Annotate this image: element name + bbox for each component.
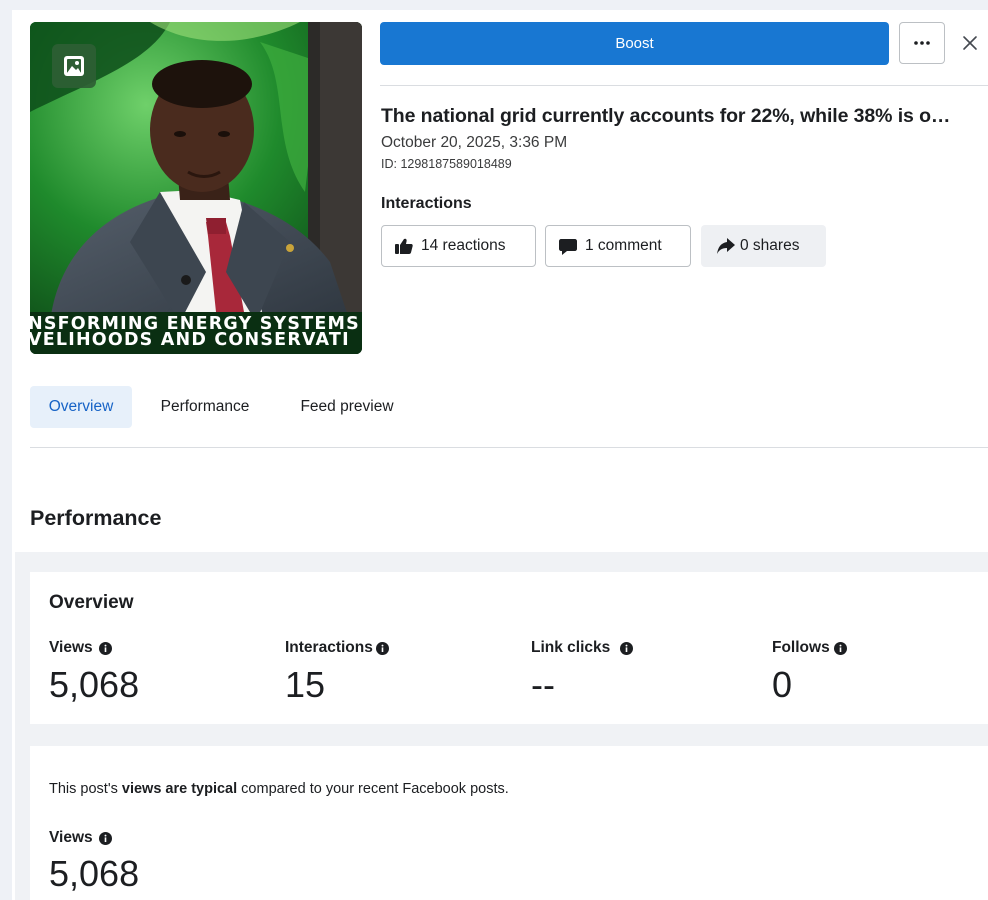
left-strip bbox=[0, 0, 12, 900]
info-icon[interactable] bbox=[98, 641, 112, 655]
comment-icon bbox=[559, 238, 577, 255]
info-icon[interactable] bbox=[833, 641, 847, 655]
post-date: October 20, 2025, 3:36 PM bbox=[381, 134, 568, 151]
views-detail-label: Views bbox=[49, 829, 112, 847]
post-thumbnail[interactable]: NSFORMING ENERGY SYSTEMS VELIHOODS AND C… bbox=[30, 22, 362, 354]
shares-button[interactable]: 0 shares bbox=[701, 225, 826, 267]
share-arrow-icon bbox=[717, 238, 735, 254]
more-icon bbox=[914, 41, 930, 45]
performance-heading: Performance bbox=[30, 506, 162, 530]
metric-follows-label-text: Follows bbox=[772, 639, 830, 656]
views-card bbox=[30, 746, 988, 900]
metric-views-label: Views bbox=[49, 639, 112, 657]
metric-link-clicks-label-text: Link clicks bbox=[531, 639, 611, 656]
metric-follows-value: 0 bbox=[772, 664, 793, 705]
shares-count: 0 shares bbox=[740, 237, 800, 254]
post-insights-page: NSFORMING ENERGY SYSTEMS VELIHOODS AND C… bbox=[0, 0, 988, 900]
metric-interactions-value: 15 bbox=[285, 664, 326, 705]
info-icon[interactable] bbox=[375, 641, 389, 655]
metric-follows-label: Follows bbox=[772, 639, 847, 657]
more-options-button[interactable] bbox=[899, 22, 945, 64]
views-comparison-bold: views are typical bbox=[121, 781, 238, 797]
thumbs-up-icon bbox=[395, 238, 413, 254]
tabs-divider bbox=[30, 447, 988, 448]
views-detail-label-text: Views bbox=[49, 829, 93, 846]
views-detail-value: 5,068 bbox=[49, 853, 140, 894]
tab-feed-preview[interactable]: Feed preview bbox=[282, 386, 412, 428]
tab-overview[interactable]: Overview bbox=[30, 386, 132, 428]
info-icon[interactable] bbox=[98, 831, 112, 845]
metric-link-clicks-value: -- bbox=[531, 664, 555, 705]
thumbnail-ticker-line-2: VELIHOODS AND CONSERVATI bbox=[30, 330, 350, 350]
views-comparison-suffix: compared to your recent Facebook posts. bbox=[237, 781, 509, 797]
info-icon[interactable] bbox=[620, 641, 634, 655]
views-comparison-prefix: This post's bbox=[49, 781, 122, 797]
close-icon bbox=[963, 36, 977, 50]
reactions-count: 14 reactions bbox=[421, 237, 506, 254]
metric-interactions-label: Interactions bbox=[285, 639, 389, 657]
metric-link-clicks-label: Link clicks bbox=[531, 639, 634, 657]
metric-views-value: 5,068 bbox=[49, 664, 140, 705]
tab-performance[interactable]: Performance bbox=[144, 386, 266, 428]
header-divider bbox=[380, 85, 988, 86]
post-title: The national grid currently accounts for… bbox=[381, 105, 951, 127]
close-button[interactable] bbox=[955, 28, 985, 58]
comments-button[interactable]: 1 comment bbox=[545, 225, 691, 267]
post-id: ID: 1298187589018489 bbox=[381, 157, 512, 171]
interactions-heading: Interactions bbox=[381, 195, 472, 212]
comments-count: 1 comment bbox=[585, 237, 662, 254]
image-icon bbox=[52, 44, 96, 88]
top-strip bbox=[0, 0, 988, 10]
metric-views-label-text: Views bbox=[49, 639, 93, 656]
overview-card-heading: Overview bbox=[49, 592, 134, 613]
views-comparison-text: This post's views are typical compared t… bbox=[49, 781, 509, 797]
metric-interactions-label-text: Interactions bbox=[285, 639, 373, 656]
boost-button[interactable]: Boost bbox=[380, 22, 889, 65]
reactions-button[interactable]: 14 reactions bbox=[381, 225, 536, 267]
